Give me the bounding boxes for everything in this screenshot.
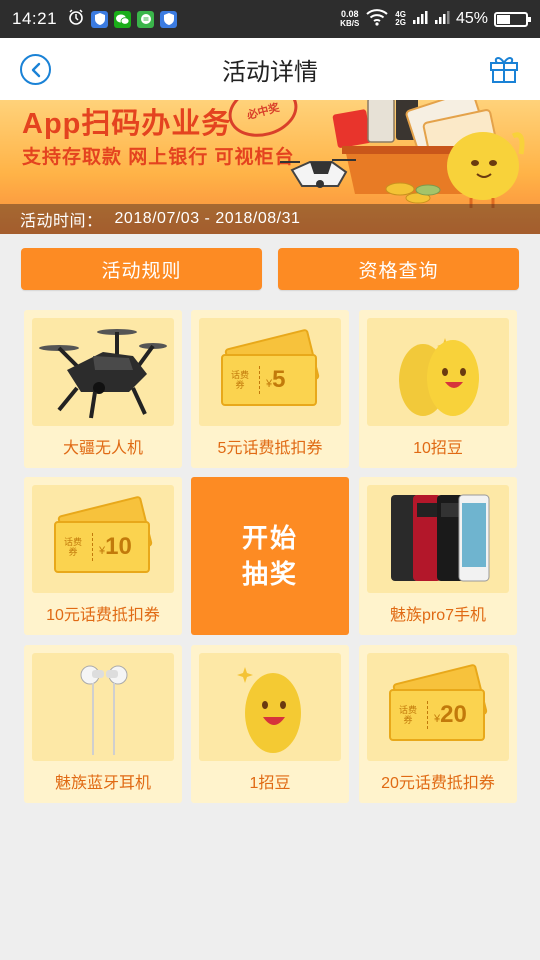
net-type-2: 2G	[395, 18, 406, 27]
prize-image	[32, 653, 174, 761]
voucher-amount-value: 10	[105, 533, 132, 560]
wechat-icon	[114, 10, 132, 28]
phones-icon	[391, 494, 490, 582]
prize-cell-phone: 魅族pro7手机	[359, 477, 517, 635]
banner-headline: App扫码办业务	[22, 108, 232, 140]
voucher-amount-value: 5	[272, 366, 286, 393]
banner-decoration-illustration	[280, 100, 525, 208]
signal-icon-1	[412, 9, 428, 30]
voucher-icon: 话费券 ¥20	[383, 663, 493, 741]
start-label-line2: 抽奖	[241, 559, 298, 589]
voucher-tag: 话费券	[230, 370, 249, 390]
page-title: 活动详情	[222, 58, 318, 86]
prize-label: 10招豆	[413, 440, 463, 457]
prize-label: 魅族蓝牙耳机	[54, 775, 151, 792]
prize-image	[32, 318, 174, 426]
prize-label: 魅族pro7手机	[389, 607, 487, 624]
status-bar: 14:21 0.08 KB/S 4G 2G 45%	[0, 0, 540, 38]
prize-label: 20元话费抵扣券	[381, 775, 495, 792]
prize-cell-voucher-5: 话费券 ¥5 5元话费抵扣券	[191, 310, 349, 468]
notification-icons	[67, 8, 178, 31]
start-lottery-button[interactable]: 开始 抽奖	[191, 477, 349, 635]
prize-label: 10元话费抵扣券	[46, 607, 160, 624]
network-speed: 0.08 KB/S	[340, 9, 360, 29]
prize-cell-voucher-20: 话费券 ¥20 20元话费抵扣券	[359, 645, 517, 803]
alarm-icon	[67, 8, 85, 31]
rules-button[interactable]: 活动规则	[21, 248, 262, 290]
activity-period-value: 2018/07/03 - 2018/08/31	[114, 210, 301, 227]
battery-fill	[497, 14, 510, 24]
prize-cell-voucher-10: 话费券 ¥10 10元话费抵扣券	[24, 477, 182, 635]
voucher-amount: ¥20	[427, 701, 467, 729]
prize-image	[199, 653, 341, 761]
activity-period-label: 活动时间：	[20, 213, 103, 230]
app-header: 活动详情	[0, 38, 540, 100]
lottery-grid: 大疆无人机 话费券 ¥5 5元话费抵扣券 10招豆 话费券 ¥10 10元话费抵…	[24, 310, 517, 803]
voucher-icon: 话费券 ¥10	[48, 495, 158, 573]
security-app-icon	[160, 10, 178, 28]
drone-icon	[39, 329, 167, 419]
voucher-amount: ¥5	[259, 366, 285, 394]
prize-cell-drone: 大疆无人机	[24, 310, 182, 468]
speed-value: 0.08	[340, 9, 359, 19]
voucher-amount: ¥10	[92, 533, 132, 561]
voucher-tag: 话费券	[63, 537, 82, 557]
prize-cell-10-beans: 10招豆	[359, 310, 517, 468]
prize-cell-earphones: 魅族蓝牙耳机	[24, 645, 182, 803]
promo-banner: App扫码办业务 必中奖 支持存取款 网上银行 可视柜台 活动时间： 2018/…	[0, 100, 540, 234]
start-label-line1: 开始	[241, 523, 298, 553]
bean-icon	[237, 667, 301, 753]
gift-icon	[490, 57, 518, 83]
action-buttons: 活动规则 资格查询	[21, 248, 519, 290]
gift-button[interactable]	[488, 52, 520, 84]
chevron-left-icon	[31, 62, 40, 77]
wifi-icon	[365, 8, 389, 31]
prize-image	[367, 318, 509, 426]
battery-icon	[494, 11, 531, 27]
prize-image: 话费券 ¥20	[367, 653, 509, 761]
eligibility-query-button[interactable]: 资格查询	[278, 248, 519, 290]
speed-unit: KB/S	[340, 19, 360, 28]
voucher-icon: 话费券 ¥5	[215, 328, 325, 406]
prize-image: 话费券 ¥10	[32, 485, 174, 593]
battery-percent: 45%	[455, 10, 488, 27]
back-button[interactable]	[20, 54, 51, 85]
earphones-icon	[80, 665, 128, 755]
prize-label: 大疆无人机	[62, 440, 143, 457]
prize-image: 话费券 ¥5	[199, 318, 341, 426]
prize-label: 5元话费抵扣券	[217, 440, 323, 457]
prize-cell-1-bean: 1招豆	[191, 645, 349, 803]
message-app-icon	[137, 10, 155, 28]
prize-label: 1招豆	[249, 775, 291, 792]
beans-icon	[399, 338, 479, 416]
voucher-amount-value: 20	[440, 701, 467, 728]
prize-image	[367, 485, 509, 593]
status-time: 14:21	[12, 9, 58, 28]
voucher-tag: 话费券	[398, 705, 417, 725]
signal-icon-2	[434, 9, 450, 30]
shield-app-icon	[91, 10, 109, 28]
status-right: 0.08 KB/S 4G 2G 45%	[340, 8, 531, 31]
activity-period: 活动时间： 2018/07/03 - 2018/08/31	[0, 204, 540, 234]
network-type: 4G 2G	[395, 11, 406, 27]
